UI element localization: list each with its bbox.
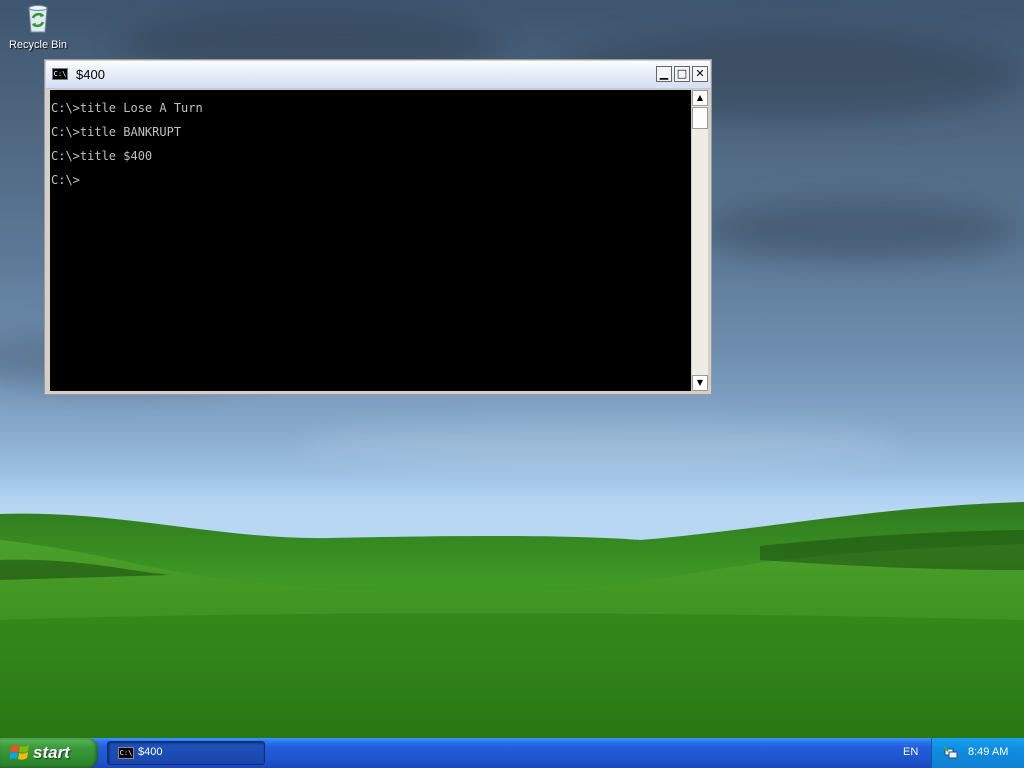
desktop-icon-recycle-bin[interactable]: Recycle Bin	[6, 2, 70, 51]
console-window[interactable]: C:\ $400 ▁ □ ✕ C:\>title Lose A Turn C:\…	[44, 59, 712, 395]
window-title: $400	[76, 67, 105, 82]
console-icon: C:\	[118, 747, 134, 759]
console-line: C:\>title $400	[51, 149, 153, 163]
recycle-bin-icon	[28, 5, 48, 33]
scroll-down-button[interactable]: ▼	[692, 375, 708, 391]
console-line: C:\>title BANKRUPT	[51, 125, 182, 139]
desktop-icon-label: Recycle Bin	[8, 39, 68, 51]
vertical-scrollbar[interactable]: ▲ ▼	[691, 90, 708, 391]
close-icon: ✕	[695, 67, 705, 80]
close-button[interactable]: ✕	[692, 66, 708, 82]
grass-hills	[0, 502, 1024, 738]
taskbar-button-label: $400	[138, 746, 163, 758]
maximize-button[interactable]: □	[674, 66, 690, 82]
sky-cloud	[300, 420, 900, 470]
clock[interactable]: 8:49 AM	[968, 746, 1008, 758]
scrollbar-thumb[interactable]	[692, 107, 708, 129]
windows-logo-icon	[10, 745, 29, 760]
title-bar[interactable]: C:\ $400 ▁ □ ✕	[46, 61, 710, 89]
language-indicator[interactable]: EN	[903, 746, 918, 758]
sky-cloud	[700, 200, 1020, 260]
start-button[interactable]: start	[0, 738, 98, 768]
network-icon[interactable]	[943, 745, 959, 761]
start-label: start	[33, 743, 70, 762]
arrow-up-icon: ▲	[696, 93, 704, 102]
minimize-icon: ▁	[659, 67, 669, 80]
maximize-icon: □	[676, 67, 688, 80]
scroll-up-button[interactable]: ▲	[692, 90, 708, 106]
console-output[interactable]: C:\>title Lose A Turn C:\>title BANKRUPT…	[50, 90, 691, 391]
minimize-button[interactable]: ▁	[656, 66, 672, 82]
console-prompt: C:\>	[51, 173, 80, 187]
arrow-down-icon: ▼	[696, 378, 704, 387]
taskbar: start C:\ $400 EN 8:49 AM	[0, 738, 1024, 768]
desktop: Recycle Bin C:\ $400 ▁ □ ✕ C:\>title Los…	[0, 0, 1024, 738]
console-icon: C:\	[52, 68, 68, 80]
console-line: C:\>title Lose A Turn	[51, 101, 203, 115]
taskbar-button-console[interactable]: C:\ $400	[107, 741, 265, 765]
system-tray: 8:49 AM	[931, 738, 1024, 768]
